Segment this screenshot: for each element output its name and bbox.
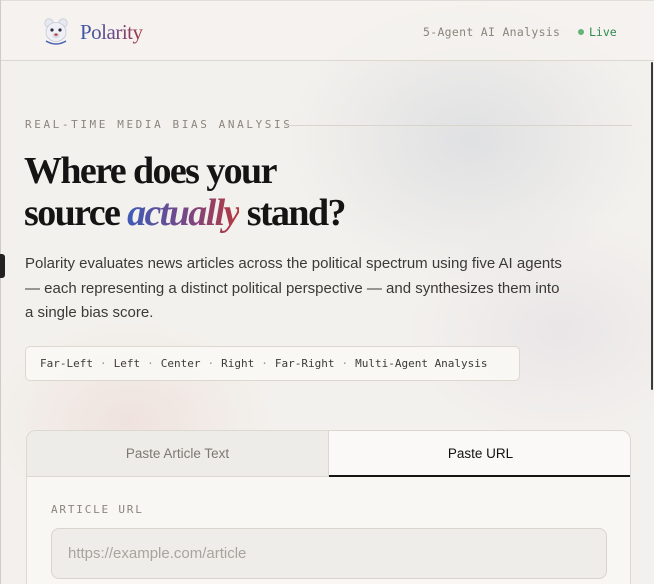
eyebrow-divider [284,125,632,126]
brand-name[interactable]: Polarity [80,20,143,45]
tag-far-right: Far-Right [274,357,335,370]
hero-eyebrow: REAL-TIME MEDIA BIAS ANALYSIS [25,118,293,131]
bear-logo-icon[interactable] [43,17,69,45]
tag-separator: · [147,357,154,370]
tag-right: Right [221,357,255,370]
tab-paste-url[interactable]: Paste URL [329,431,630,477]
tag-separator: · [207,357,215,370]
agent-count-label: 5-Agent AI Analysis [423,25,561,39]
tag-separator: · [341,357,349,370]
article-url-label: ARTICLE URL [51,503,144,516]
live-status-dot-icon [578,29,584,35]
tag-center: Center [160,357,201,370]
hero-headline: Where does your source actually stand? [24,150,347,234]
hero-description: Polarity evaluates news articles across … [25,255,562,321]
tag-separator: · [99,357,107,370]
tag-left: Left [113,357,141,370]
spectrum-tags: Far-Left · Left · Center · Right · Far-R… [25,346,520,381]
scrollbar-thumb[interactable] [651,62,653,390]
headline-post: stand? [238,192,347,234]
headline-line-1: Where does your [24,150,277,192]
left-panel-edge [0,0,1,584]
tag-separator: · [261,357,268,370]
article-url-input[interactable] [51,528,607,579]
scrollbar[interactable] [650,0,654,584]
article-input-card: Paste Article Text Paste URL ARTICLE URL [26,430,631,584]
tag-far-left: Far-Left [40,357,93,370]
side-panel-handle[interactable] [0,254,5,278]
live-status-label: Live [589,25,617,39]
headline-pre: source [24,192,128,234]
headline-accent-word: actually [127,192,240,234]
top-nav: Polarity 5-Agent AI Analysis Live [1,0,654,61]
tag-multi-agent: Multi-Agent Analysis [355,357,488,370]
tab-paste-article-text[interactable]: Paste Article Text [27,431,329,477]
